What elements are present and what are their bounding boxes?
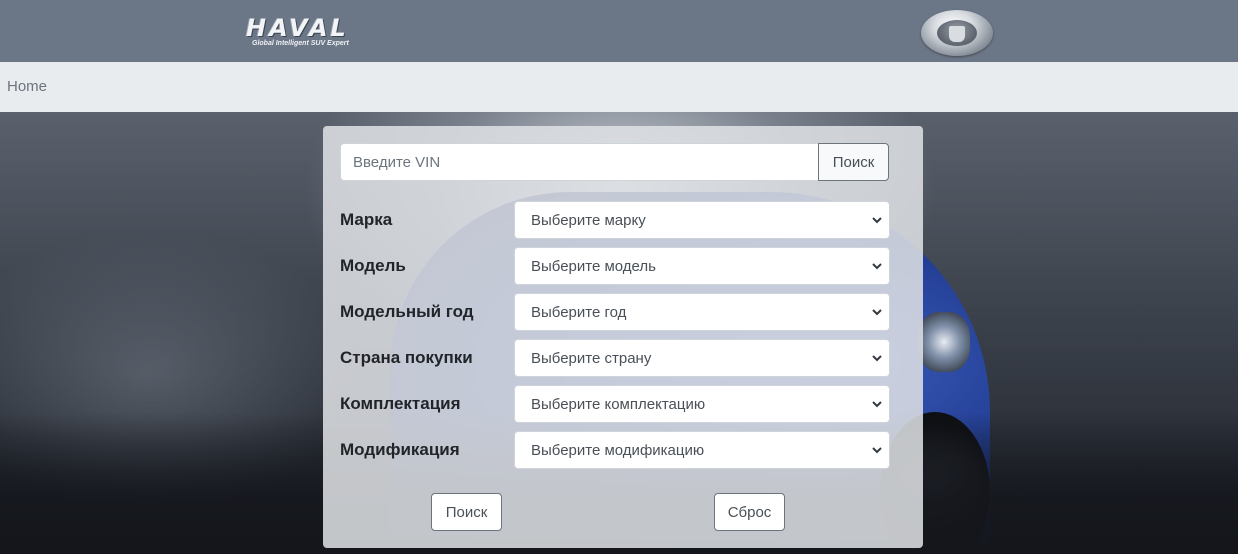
breadcrumb-home-link[interactable]: Home [7, 78, 47, 95]
vin-search-button[interactable]: Поиск [818, 143, 889, 181]
haval-emblem-icon [921, 10, 993, 56]
breadcrumb: Home [0, 62, 1238, 112]
country-select[interactable]: Выберите страну [514, 339, 890, 377]
brand-select-value: Выберите марку [531, 212, 646, 229]
trim-select-value: Выберите комплектацию [531, 396, 706, 413]
chevron-down-icon [872, 401, 882, 408]
search-panel: Поиск Марка Выберите марку Модель Выбери… [323, 126, 923, 548]
country-select-value: Выберите страну [531, 350, 652, 367]
model-year-select[interactable]: Выберите год [514, 293, 890, 331]
model-year-label: Модельный год [340, 302, 474, 321]
trim-label: Комплектация [340, 394, 461, 413]
model-year-select-value: Выберите год [531, 304, 627, 321]
trim-select[interactable]: Выберите комплектацию [514, 385, 890, 423]
chevron-down-icon [872, 309, 882, 316]
brand-select[interactable]: Выберите марку [514, 201, 890, 239]
logo-tagline: Global Intelligent SUV Expert [252, 40, 349, 47]
search-button[interactable]: Поиск [431, 493, 502, 531]
top-navbar: HAVAL Global Intelligent SUV Expert [0, 0, 1238, 62]
modification-select-value: Выберите модификацию [531, 442, 705, 459]
modification-label: Модификация [340, 440, 460, 459]
country-label: Страна покупки [340, 348, 473, 367]
model-select[interactable]: Выберите модель [514, 247, 890, 285]
chevron-down-icon [872, 217, 882, 224]
modification-select[interactable]: Выберите модификацию [514, 431, 890, 469]
reset-button[interactable]: Сброс [714, 493, 785, 531]
haval-logo[interactable]: HAVAL Global Intelligent SUV Expert [246, 14, 378, 54]
chevron-down-icon [872, 447, 882, 454]
logo-text: HAVAL [246, 14, 349, 42]
brand-label: Марка [340, 210, 393, 229]
model-select-value: Выберите модель [531, 258, 656, 275]
car-headlight [918, 312, 970, 372]
chevron-down-icon [872, 355, 882, 362]
chevron-down-icon [872, 263, 882, 270]
model-label: Модель [340, 256, 406, 275]
vin-input[interactable] [340, 143, 819, 181]
